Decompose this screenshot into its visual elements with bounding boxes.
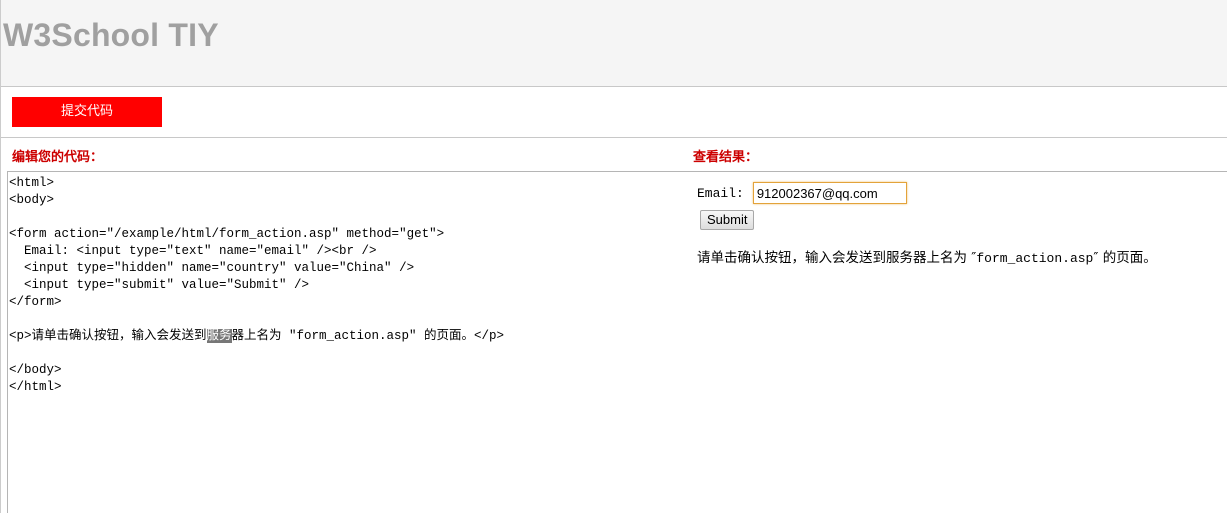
email-label: Email: bbox=[697, 185, 744, 201]
code-line: <html> bbox=[9, 176, 55, 190]
code-line: </body> bbox=[9, 363, 62, 377]
result-label: 查看结果： bbox=[693, 150, 759, 165]
submit-button[interactable]: Submit bbox=[700, 210, 755, 230]
code-line: </form> bbox=[9, 295, 62, 309]
site-title: W3School TIY bbox=[3, 17, 219, 53]
tiy-page: W3School TIY 提交代码 编辑您的代码： 查看结果： <html> <… bbox=[0, 0, 1227, 513]
code-line: <body> bbox=[9, 193, 55, 207]
toolbar: 提交代码 bbox=[1, 87, 1227, 138]
result-text-before: 请单击确认按钮，输入会发送到服务器上名为 ″ bbox=[697, 250, 977, 266]
submit-code-button[interactable]: 提交代码 bbox=[12, 97, 162, 127]
result-text-after: ″ 的页面。 bbox=[1093, 250, 1157, 266]
code-line: <input type="hidden" name="country" valu… bbox=[9, 261, 415, 275]
result-text-code: form_action.asp bbox=[976, 251, 1094, 266]
result-frame: Email: Submit 请单击确认按钮，输入会发送到服务器上名为 ″form… bbox=[689, 171, 1227, 513]
code-line: <form action="/example/html/form_action.… bbox=[9, 227, 445, 241]
code-editor[interactable]: <html> <body> <form action="/example/htm… bbox=[7, 171, 690, 513]
code-line: <input type="submit" value="Submit" /> bbox=[9, 278, 310, 292]
code-line: Email: <input type="text" name="email" /… bbox=[9, 244, 377, 258]
header: W3School TIY bbox=[1, 0, 1227, 87]
editor-label: 编辑您的代码： bbox=[12, 150, 104, 165]
selected-text: 服务 bbox=[206, 329, 232, 343]
result-paragraph: 请单击确认按钮，输入会发送到服务器上名为 ″form_action.asp″ 的… bbox=[697, 248, 1157, 269]
code-line: </html> bbox=[9, 380, 62, 394]
email-input[interactable] bbox=[752, 182, 907, 204]
email-row: Email: bbox=[697, 181, 907, 205]
code-line: <p>请单击确认按钮，输入会发送到 bbox=[9, 329, 207, 343]
code-text[interactable]: <html> <body> <form action="/example/htm… bbox=[8, 172, 689, 396]
code-line: 器上名为 "form_action.asp" 的页面。</p> bbox=[231, 329, 505, 343]
